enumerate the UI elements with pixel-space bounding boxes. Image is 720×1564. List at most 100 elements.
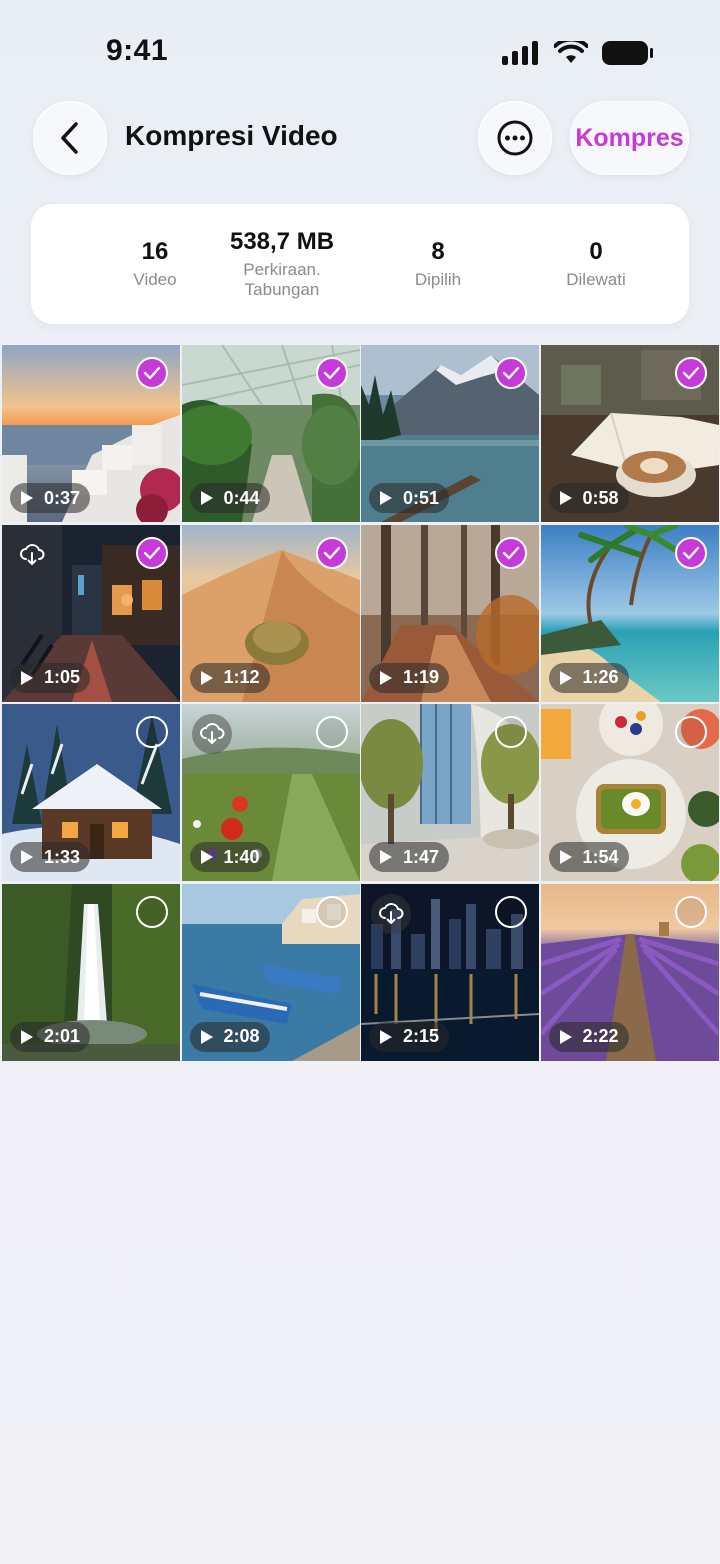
video-tile[interactable]: 1:26 — [540, 524, 719, 702]
video-tile[interactable]: 2:15 — [361, 883, 539, 1061]
video-tile[interactable]: 1:47 — [361, 704, 539, 881]
duration-text: 1:12 — [223, 667, 260, 687]
video-tile[interactable]: 1:54 — [540, 704, 719, 881]
duration-text: 1:26 — [582, 667, 619, 687]
play-icon — [380, 670, 392, 685]
duration-badge: 1:26 — [548, 662, 629, 693]
play-icon — [200, 850, 213, 864]
icloud-download-icon — [191, 714, 232, 754]
compress-button[interactable]: Kompres — [570, 101, 689, 175]
video-tile[interactable]: 0:44 — [181, 345, 360, 522]
back-button[interactable] — [33, 101, 107, 175]
duration-badge: 2:15 — [369, 1021, 450, 1052]
unselected-circle-icon[interactable] — [674, 716, 707, 748]
duration-text: 1:54 — [582, 846, 619, 867]
duration-badge: 1:12 — [189, 662, 270, 693]
play-icon — [559, 670, 572, 685]
more-options-button[interactable] — [478, 101, 552, 175]
stat-skipped: 0 Dilewati — [521, 238, 671, 290]
play-icon — [380, 850, 392, 864]
video-tile[interactable]: 1:12 — [181, 524, 360, 702]
stat-value: 0 — [589, 238, 603, 265]
ellipsis-circle-icon — [497, 120, 533, 156]
stat-value: 538,7 MB — [229, 228, 335, 255]
unselected-circle-icon[interactable] — [674, 895, 707, 928]
duration-text: 2:22 — [582, 1026, 619, 1046]
stat-label: Perkiraan. Tabungan — [243, 260, 321, 299]
unselected-circle-icon[interactable] — [495, 895, 527, 928]
duration-badge: 0:44 — [189, 483, 270, 513]
video-tile[interactable]: 0:37 — [2, 345, 180, 522]
play-icon — [21, 1029, 33, 1044]
duration-badge: 2:01 — [10, 1021, 91, 1052]
stat-value: 8 — [431, 238, 445, 265]
video-tile[interactable]: 1:05 — [2, 524, 180, 702]
video-tile[interactable]: 1:33 — [2, 704, 180, 881]
selected-checkmark-icon[interactable] — [136, 536, 168, 569]
unselected-circle-icon[interactable] — [315, 895, 348, 928]
duration-badge: 0:51 — [369, 483, 450, 513]
status-icons — [502, 40, 654, 66]
duration-text: 1:19 — [403, 667, 440, 687]
duration-badge: 0:37 — [10, 483, 91, 513]
duration-text: 2:08 — [223, 1026, 260, 1046]
video-tile[interactable]: 0:51 — [361, 345, 539, 522]
play-icon — [21, 491, 33, 505]
play-icon — [380, 491, 392, 505]
duration-badge: 1:05 — [10, 662, 91, 693]
icloud-download-icon — [371, 893, 411, 934]
duration-text: 2:01 — [44, 1026, 81, 1046]
duration-badge: 1:40 — [189, 842, 270, 872]
duration-badge: 1:54 — [548, 842, 629, 872]
stat-selected: 8 Dipilih — [363, 238, 513, 290]
duration-text: 1:47 — [403, 846, 440, 867]
video-tile[interactable]: 1:40 — [181, 704, 360, 881]
play-icon — [21, 670, 33, 685]
stat-label: Dipilih — [414, 270, 462, 289]
duration-badge: 2:08 — [189, 1021, 270, 1052]
duration-badge: 1:47 — [369, 842, 450, 872]
stats-card: 16 Video 538,7 MB Perkiraan. Tabungan 8 … — [31, 204, 689, 324]
duration-text: 1:05 — [44, 667, 81, 687]
unselected-circle-icon[interactable] — [136, 895, 168, 928]
video-tile[interactable]: 2:22 — [540, 883, 719, 1061]
video-grid: 0:37 0:44 0:51 0:58 1:05 1:12 1:19 1:26 … — [0, 345, 720, 1063]
selected-checkmark-icon[interactable] — [495, 536, 527, 569]
duration-text: 2:15 — [403, 1026, 440, 1046]
video-tile[interactable]: 2:08 — [181, 883, 360, 1061]
selected-checkmark-icon[interactable] — [674, 357, 707, 389]
selected-checkmark-icon[interactable] — [495, 357, 527, 389]
unselected-circle-icon[interactable] — [495, 716, 527, 748]
unselected-circle-icon[interactable] — [315, 716, 348, 748]
unselected-circle-icon[interactable] — [136, 716, 168, 748]
icloud-download-icon — [12, 535, 52, 575]
duration-text: 0:37 — [44, 487, 81, 508]
duration-text: 1:40 — [223, 846, 260, 867]
duration-text: 1:33 — [44, 846, 81, 867]
duration-text: 0:51 — [403, 487, 440, 508]
chevron-left-icon — [61, 122, 78, 154]
stat-label: Dilewati — [566, 270, 626, 289]
cellular-signal-icon — [502, 41, 538, 65]
video-tile[interactable]: 0:58 — [540, 345, 719, 522]
video-tile[interactable]: 2:01 — [2, 883, 180, 1061]
duration-badge: 0:58 — [548, 483, 629, 513]
wifi-icon — [554, 41, 588, 63]
stat-savings: 538,7 MB Perkiraan. Tabungan — [207, 228, 357, 300]
play-icon — [559, 850, 572, 864]
play-icon — [200, 670, 213, 685]
battery-icon — [602, 41, 653, 65]
video-tile[interactable]: 1:19 — [361, 524, 539, 702]
duration-badge: 2:22 — [548, 1021, 629, 1052]
play-icon — [559, 1029, 572, 1044]
duration-badge: 1:19 — [369, 662, 450, 693]
duration-badge: 1:33 — [10, 842, 91, 872]
status-bar: 9:41 — [0, 0, 720, 100]
play-icon — [200, 1029, 213, 1044]
selected-checkmark-icon[interactable] — [315, 357, 348, 389]
status-time: 9:41 — [106, 34, 169, 67]
duration-text: 0:44 — [223, 487, 260, 508]
selected-checkmark-icon[interactable] — [315, 536, 348, 569]
selected-checkmark-icon[interactable] — [674, 536, 707, 569]
selected-checkmark-icon[interactable] — [136, 357, 168, 389]
